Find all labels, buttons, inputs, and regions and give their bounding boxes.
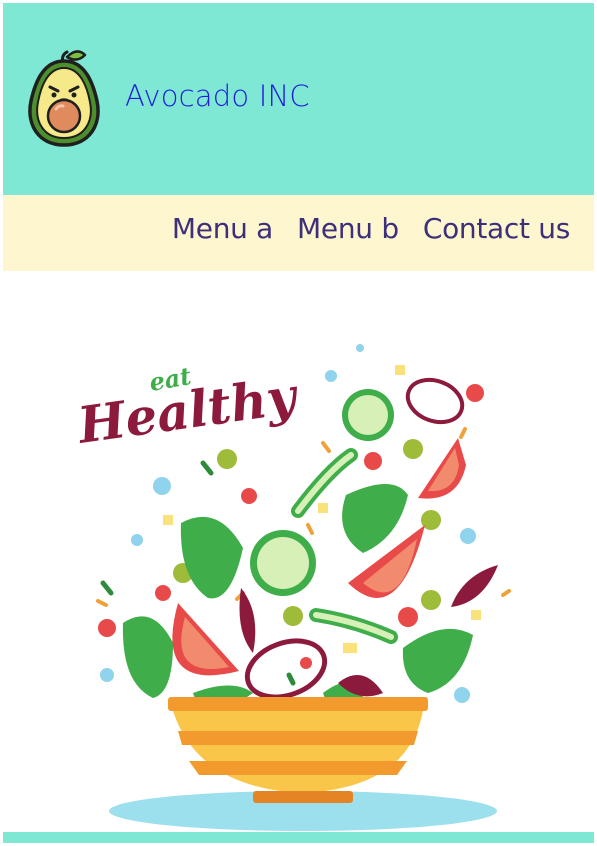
bowl xyxy=(168,697,428,803)
nav-bar: Menu a Menu b Contact us xyxy=(3,195,594,271)
avocado-icon[interactable] xyxy=(23,49,105,149)
page: Avocado INC Menu a Menu b Contact us eat… xyxy=(3,3,594,843)
nav-item-menu-b[interactable]: Menu b xyxy=(297,212,399,245)
header: Avocado INC xyxy=(3,3,594,195)
nav-items: Menu a Menu b Contact us xyxy=(172,212,570,245)
footer-bar xyxy=(3,832,594,843)
salad-bowl-illustration: eat Healthy xyxy=(72,344,511,831)
brand-name[interactable]: Avocado INC xyxy=(125,79,310,113)
nav-item-menu-a[interactable]: Menu a xyxy=(172,212,273,245)
nav-item-contact-us[interactable]: Contact us xyxy=(423,212,570,245)
